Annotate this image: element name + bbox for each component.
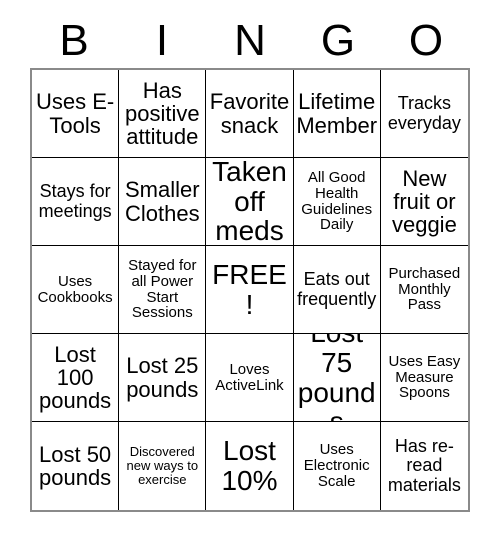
bingo-cell-label: New fruit or veggie: [391, 165, 457, 238]
bingo-cell[interactable]: New fruit or veggie: [380, 158, 468, 246]
bingo-cell[interactable]: Stays for meetings: [32, 158, 120, 246]
bingo-cell[interactable]: Uses E-Tools: [32, 70, 120, 158]
bingo-cell-label: Purchased Monthly Pass: [388, 264, 461, 314]
bingo-cell-label: Has positive attitude: [124, 77, 200, 150]
bingo-cell-label: Lost 75 pounds: [297, 334, 376, 422]
bingo-cell-label: Lost 10%: [221, 435, 278, 496]
bingo-header-letters: BINGO: [30, 14, 470, 68]
bingo-cell-label: All Good Health Guidelines Daily: [301, 168, 373, 234]
bingo-cell-label: Uses E-Tools: [35, 89, 115, 138]
bingo-cell[interactable]: Uses Easy Measure Spoons: [380, 334, 468, 422]
bingo-card: BINGO Uses E-Tools Has positive attitude F…: [0, 0, 500, 544]
bingo-cell[interactable]: Uses Cookbooks: [32, 246, 120, 334]
bingo-cell-label: Smaller Clothes: [124, 177, 200, 226]
bingo-cell-label: Eats out frequently: [297, 269, 377, 309]
bingo-cell[interactable]: Eats out frequently: [293, 246, 381, 334]
bingo-free-cell[interactable]: FREE!: [206, 246, 294, 334]
bingo-cell[interactable]: All Good Health Guidelines Daily: [293, 158, 381, 246]
bingo-cell-label: Stays for meetings: [38, 181, 112, 221]
bingo-cell[interactable]: Lost 75 pounds: [293, 334, 381, 422]
bingo-cell[interactable]: Lost 100 pounds: [32, 334, 120, 422]
bingo-cell-label: Lifetime Member: [296, 89, 378, 138]
bingo-cell[interactable]: Stayed for all Power Start Sessions: [119, 246, 207, 334]
bingo-cell-label: Discovered new ways to exercise: [126, 444, 199, 487]
bingo-cell[interactable]: Tracks everyday: [380, 70, 468, 158]
bingo-cell[interactable]: Lifetime Member: [293, 70, 381, 158]
bingo-cell[interactable]: Has re-read materials: [380, 422, 468, 510]
bingo-cell[interactable]: Has positive attitude: [119, 70, 207, 158]
bingo-cell[interactable]: Smaller Clothes: [119, 158, 207, 246]
bingo-cell-label: Has re-read materials: [387, 436, 461, 495]
bingo-cell-label: Loves ActiveLink: [215, 360, 284, 394]
bingo-header-letter-o: O: [408, 16, 444, 65]
bingo-cell-label: Stayed for all Power Start Sessions: [128, 256, 197, 322]
bingo-cell-label: Uses Cookbooks: [37, 272, 113, 306]
bingo-cell[interactable]: Loves ActiveLink: [206, 334, 294, 422]
bingo-header-letter-n: N: [234, 16, 266, 65]
bingo-cell-label: Uses Easy Measure Spoons: [388, 352, 461, 402]
bingo-cell[interactable]: Lost 10%: [206, 422, 294, 510]
bingo-cell-label: Tracks everyday: [387, 93, 461, 133]
bingo-header-letter-g: G: [320, 16, 356, 65]
bingo-cell[interactable]: Purchased Monthly Pass: [380, 246, 468, 334]
bingo-cell-label: Lost 50 pounds: [39, 441, 112, 490]
bingo-cell-label: Uses Electronic Scale: [303, 441, 370, 490]
bingo-cell-label: Lost 100 pounds: [39, 341, 112, 414]
bingo-cell[interactable]: Lost 50 pounds: [32, 422, 120, 510]
bingo-cell-label: FREE!: [212, 258, 287, 320]
bingo-cell[interactable]: Lost 25 pounds: [119, 334, 207, 422]
bingo-cell-label: Lost 25 pounds: [126, 353, 199, 402]
bingo-grid: Uses E-Tools Has positive attitude Favorit…: [30, 68, 470, 512]
bingo-cell-label: Favorite snack: [209, 89, 290, 138]
bingo-cell[interactable]: Taken off meds: [206, 158, 294, 246]
bingo-cell[interactable]: Discovered new ways to exercise: [119, 422, 207, 510]
bingo-cell[interactable]: Uses Electronic Scale: [293, 422, 381, 510]
bingo-cell[interactable]: Favorite snack: [206, 70, 294, 158]
bingo-header-letter-b: B: [59, 16, 89, 65]
bingo-cell-label: Taken off meds: [212, 158, 287, 246]
bingo-header-letter-i: I: [155, 16, 169, 65]
